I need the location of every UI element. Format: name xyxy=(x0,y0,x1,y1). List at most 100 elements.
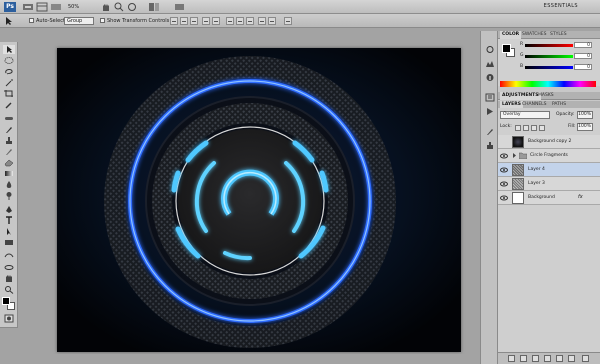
distribute-vcenter-icon[interactable] xyxy=(236,17,244,25)
eye-icon[interactable] xyxy=(500,166,508,174)
bridge-icon[interactable] xyxy=(22,2,34,12)
distribute-top-icon[interactable] xyxy=(226,17,234,25)
new-layer-icon[interactable] xyxy=(568,355,575,362)
add-mask-icon[interactable] xyxy=(532,355,539,362)
align-bottom-icon[interactable] xyxy=(190,17,198,25)
red-slider-row[interactable]: R 0 xyxy=(520,42,598,50)
eye-icon[interactable] xyxy=(500,194,508,202)
zoom-tool-icon[interactable] xyxy=(3,285,15,294)
brush-tool-icon[interactable] xyxy=(3,125,15,134)
move-tool-icon[interactable] xyxy=(3,45,15,54)
align-left-icon[interactable] xyxy=(202,17,210,25)
zoom-level-select[interactable]: 50% xyxy=(68,2,88,12)
workspace-switcher[interactable]: ESSENTIALS xyxy=(544,3,578,9)
shape-tool-icon[interactable] xyxy=(3,238,15,247)
delete-layer-icon[interactable] xyxy=(582,355,589,362)
new-group-icon[interactable] xyxy=(556,355,563,362)
layer-row[interactable]: Background copy 2 xyxy=(498,135,600,149)
hand-tool-icon[interactable] xyxy=(3,274,15,283)
layer-name: Circle Fragments xyxy=(530,153,568,158)
auto-align-layers-icon[interactable] xyxy=(284,17,292,25)
actions-icon[interactable] xyxy=(485,107,495,116)
lock-transparent-icon[interactable] xyxy=(515,125,521,131)
healing-brush-tool-icon[interactable] xyxy=(3,114,15,123)
history-icon[interactable] xyxy=(485,93,495,102)
tab-adjustments[interactable]: ADJUSTMENTS xyxy=(500,92,541,100)
tab-styles[interactable]: STYLES xyxy=(548,31,569,39)
3d-orbit-tool-icon[interactable] xyxy=(3,263,15,272)
clone-stamp-tool-icon[interactable] xyxy=(3,136,15,145)
gradient-tool-icon[interactable] xyxy=(3,169,15,178)
distribute-left-icon[interactable] xyxy=(258,17,266,25)
eraser-tool-icon[interactable] xyxy=(3,158,15,167)
marquee-tool-icon[interactable] xyxy=(3,56,15,65)
green-slider-row[interactable]: G 0 xyxy=(520,53,598,61)
screen-mode-menu-icon[interactable] xyxy=(174,2,186,12)
eye-icon[interactable] xyxy=(500,180,508,188)
distribute-bottom-icon[interactable] xyxy=(246,17,254,25)
tab-swatches[interactable]: SWATCHES xyxy=(520,31,549,39)
auto-select-checkbox[interactable] xyxy=(29,18,34,23)
clone-source-icon[interactable] xyxy=(485,141,495,150)
layer-row-selected[interactable]: Layer 4 xyxy=(498,163,600,177)
eyedropper-tool-icon[interactable] xyxy=(3,100,15,109)
magic-wand-tool-icon[interactable] xyxy=(3,78,15,87)
type-tool-icon[interactable] xyxy=(3,216,15,225)
layer-row[interactable]: Layer 3 xyxy=(498,177,600,191)
fill-field[interactable]: 100% xyxy=(577,123,593,131)
red-value-field[interactable]: 0 xyxy=(574,42,592,48)
rotate-view-icon[interactable] xyxy=(126,2,138,12)
dodge-tool-icon[interactable] xyxy=(3,191,15,200)
auto-select-dropdown[interactable]: Group xyxy=(64,17,94,25)
show-transform-checkbox[interactable] xyxy=(100,18,105,23)
foreground-color-swatch[interactable] xyxy=(2,297,10,305)
move-tool-preset-icon[interactable] xyxy=(4,16,16,26)
expand-triangle-icon[interactable] xyxy=(512,153,517,158)
tab-color[interactable]: COLOR xyxy=(500,31,522,39)
info-icon[interactable] xyxy=(485,73,495,82)
quick-mask-icon[interactable] xyxy=(3,314,15,323)
blend-mode-dropdown[interactable]: Overlay xyxy=(500,111,550,119)
blue-slider-row[interactable]: B 0 xyxy=(520,64,598,72)
red-slider[interactable] xyxy=(525,44,573,47)
align-hcenter-icon[interactable] xyxy=(212,17,220,25)
distribute-right-icon[interactable] xyxy=(268,17,276,25)
layer-effects-icon[interactable]: fx xyxy=(578,194,583,200)
layer-group-row[interactable]: Circle Fragments xyxy=(498,149,600,163)
application-bar: Ps 50% ESSENTIALS xyxy=(0,0,600,14)
green-slider[interactable] xyxy=(525,55,573,58)
color-panel-foreground-swatch[interactable] xyxy=(502,44,511,53)
hand-tool-icon[interactable] xyxy=(100,2,112,12)
add-layer-style-icon[interactable] xyxy=(520,355,527,362)
color-spectrum-bar[interactable] xyxy=(500,81,596,87)
screen-mode-icon[interactable] xyxy=(50,2,62,12)
lock-all-icon[interactable] xyxy=(539,125,545,131)
green-value-field[interactable]: 0 xyxy=(574,53,592,59)
tab-masks[interactable]: MASKS xyxy=(536,92,556,100)
align-vcenter-icon[interactable] xyxy=(180,17,188,25)
opacity-field[interactable]: 100% xyxy=(577,111,593,119)
new-adjustment-layer-icon[interactable] xyxy=(544,355,551,362)
path-selection-tool-icon[interactable] xyxy=(3,227,15,236)
link-layers-icon[interactable] xyxy=(508,355,515,362)
document-canvas[interactable] xyxy=(57,48,461,352)
arrange-documents-icon[interactable] xyxy=(148,2,160,12)
view-extras-icon[interactable] xyxy=(36,2,48,12)
navigator-icon[interactable] xyxy=(485,45,495,54)
crop-tool-icon[interactable] xyxy=(3,89,15,98)
eye-icon[interactable] xyxy=(500,152,508,160)
pen-tool-icon[interactable] xyxy=(3,205,15,214)
align-top-icon[interactable] xyxy=(170,17,178,25)
lasso-tool-icon[interactable] xyxy=(3,67,15,76)
blur-tool-icon[interactable] xyxy=(3,180,15,189)
zoom-tool-icon[interactable] xyxy=(113,2,125,12)
layer-row[interactable]: Background fx xyxy=(498,191,600,205)
lock-image-icon[interactable] xyxy=(523,125,529,131)
history-brush-tool-icon[interactable] xyxy=(3,147,15,156)
blue-value-field[interactable]: 0 xyxy=(574,64,592,70)
lock-position-icon[interactable] xyxy=(531,125,537,131)
blue-slider[interactable] xyxy=(525,66,573,69)
brushes-icon[interactable] xyxy=(485,127,495,136)
histogram-icon[interactable] xyxy=(485,59,495,68)
3d-rotate-tool-icon[interactable] xyxy=(3,252,15,261)
